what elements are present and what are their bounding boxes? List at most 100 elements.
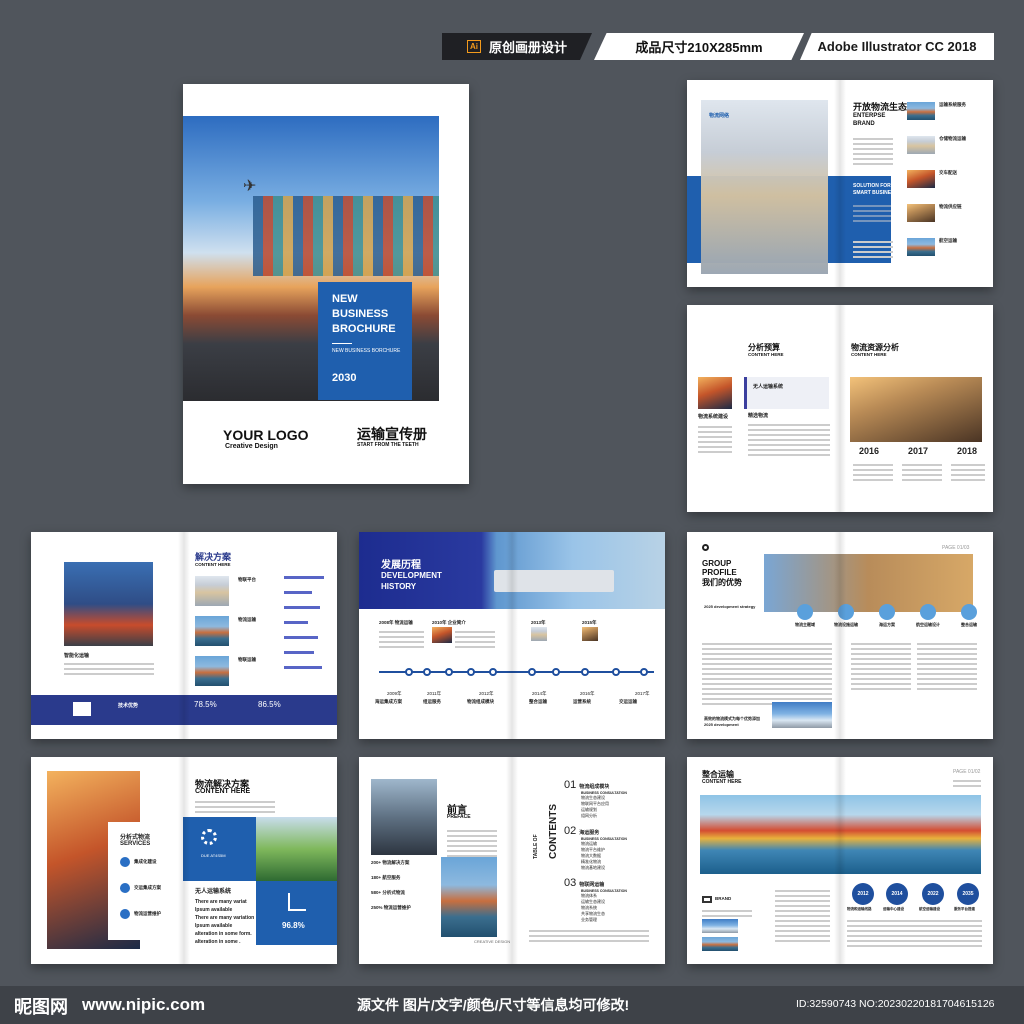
cover-cn-sub: START FROM THE TEETH <box>357 442 419 448</box>
profile-icon-row: 物流主题域 物流设施运输 海运方案 航空运输设计 整合运输 <box>787 604 987 628</box>
shipping-en: CONTENT HERE <box>702 779 742 785</box>
enterprise-en2: BRAND <box>853 121 875 127</box>
bullet-1: There are many variat <box>195 899 247 905</box>
enterprise-spread: 物流网络 开放物流生态 ENTERPSE BRAND SOLUTION FOR … <box>687 80 993 287</box>
profile-spread: GROUP PROFILE 我们的优势 2025 development str… <box>687 532 993 739</box>
timeline-dot <box>552 668 560 676</box>
shipping-year-dot-1: 2012 <box>852 883 874 905</box>
illustrator-icon: Ai <box>466 40 481 53</box>
solution-thumb-3 <box>195 656 229 686</box>
cover-title-1: NEW <box>332 293 358 305</box>
preface-footer: CREATIVE DESIGN <box>474 939 511 944</box>
analysis-spread: 分析预算 CONTENT HERE 物流资源分析 CONTENT HERE 无人… <box>687 305 993 512</box>
history-bottom-year-5: 2016年 <box>580 691 595 696</box>
section-3-num: 03 <box>564 877 577 889</box>
analysis-year-2: 2017 <box>908 446 929 456</box>
history-en-1: DEVELOPMENT <box>381 571 442 580</box>
software-tag: Adobe Illustrator CC 2018 <box>800 33 994 60</box>
size-tag: 成品尺寸210X285mm <box>594 33 804 60</box>
cover-title-3: BROCHURE <box>332 323 396 335</box>
section-2-title: 海运服务 <box>579 830 600 836</box>
solution-item-3: 物联运输 <box>238 657 256 662</box>
timeline-dot <box>467 668 475 676</box>
shipping-year-label-1: 物流和运输线路 <box>847 907 872 911</box>
nipic-logo: 昵图网 <box>14 997 68 1017</box>
history-bottom-year-3: 2012年 <box>479 691 494 696</box>
solution-item-1: 物联平台 <box>238 577 256 582</box>
profile-icon-1: 物流主题域 <box>795 622 815 627</box>
cover-title-2: BUSINESS <box>332 308 389 320</box>
chart-icon <box>288 893 306 911</box>
timeline-dot <box>405 668 413 676</box>
profile-page: PAGE 01/03 <box>942 545 970 551</box>
shipping-small-photo-1 <box>702 919 738 933</box>
solution-spread: 智能化运输 解决方案 CONTENT HERE 物联平台 物流运输 物联运输 技… <box>31 532 337 739</box>
shipping-brand: BRAND <box>715 896 732 901</box>
analysis-text-label-1: 精选物流 <box>748 413 769 419</box>
service-3: 物流运营维护 <box>134 911 161 916</box>
history-top-2: 2010年 企业简介 <box>432 620 466 625</box>
enterprise-item-4: 物流供应链 <box>939 204 962 209</box>
timeline-dot <box>528 668 536 676</box>
solution-thumb-1 <box>195 576 229 606</box>
cover-cn-title: 运输宣传册 <box>357 426 427 442</box>
analysis-text-label-2: 物流系统建设 <box>698 414 729 420</box>
airplane-icon: ✈ <box>243 178 257 195</box>
analysis-photo <box>698 377 732 409</box>
analysis-year-1: 2016 <box>859 446 880 456</box>
profile-icon-3: 海运方案 <box>879 622 895 627</box>
history-bottom-label-4: 整合运输 <box>529 699 547 704</box>
enterprise-item-1: 运输系统服务 <box>939 102 966 107</box>
progress-bars <box>284 576 324 669</box>
logistics-sub: DUE AT4S5M <box>201 853 226 858</box>
enterprise-en1: ENTERPSE <box>853 113 886 119</box>
brand-logo-icon <box>702 896 712 903</box>
file-id: ID:32590743 NO:20230220181704615126 <box>796 998 995 1010</box>
enterprise-item-2: 仓储物流运输 <box>939 136 966 141</box>
history-top-3: 2013年 <box>531 620 546 625</box>
section-3-item-5: 业务管理 <box>581 917 597 922</box>
cover-logo: YOUR LOGO <box>223 427 309 443</box>
section-1-title: 物流组成模块 <box>579 784 610 790</box>
cover-year: 2030 <box>332 372 357 384</box>
cover-logo-sub: Creative Design <box>225 443 278 450</box>
history-bottom-year-6: 2017年 <box>635 691 650 696</box>
logistics-pct: 96.8% <box>282 921 305 930</box>
history-bottom-label-1: 海运集成方案 <box>375 699 402 704</box>
shipping-year-label-3: 航空运输建设 <box>919 907 940 911</box>
design-tag: Ai 原创画册设计 <box>442 33 592 60</box>
solution-item-2: 物流运输 <box>238 617 256 622</box>
service-3-icon <box>120 909 130 919</box>
solution-label-1: SOLUTION FOR <box>853 183 891 189</box>
analysis-left-en: CONTENT HERE <box>748 352 784 357</box>
history-bottom-label-5: 运营系统 <box>573 699 591 704</box>
bullet-5: alteration in some form. <box>195 931 252 937</box>
profile-en-2: PROFILE <box>702 568 737 577</box>
preface-stat-1: 200+ 物流解决方案 <box>371 860 410 865</box>
analysis-box: 无人运输系统 <box>744 377 829 409</box>
preface-stat-4: 250% 物流运营维护 <box>371 905 411 910</box>
enterprise-item-5: 航空运输 <box>939 238 957 243</box>
shipping-year-label-4: 服务平台搭建 <box>954 907 975 911</box>
solution-en: CONTENT HERE <box>195 562 231 567</box>
section-2-item-5: 物流基地建设 <box>581 865 605 870</box>
enterprise-item-3: 交车配送 <box>939 170 957 175</box>
software-label: Adobe Illustrator CC 2018 <box>817 39 977 54</box>
bullet-3: There are many variation <box>195 915 255 921</box>
contents-en-1: TABLE OF <box>533 834 539 859</box>
cover-page: ✈ NEW BUSINESS BROCHURE NEW BUSINESS BOR… <box>183 84 469 484</box>
section-3-title: 物联网运输 <box>579 882 605 888</box>
preface-en: PREFACE <box>447 814 471 820</box>
profile-cn: 我们的优势 <box>702 578 742 587</box>
timeline-dot <box>640 668 648 676</box>
nipic-url: www.nipic.com <box>82 995 206 1014</box>
profile-icon-5-icon <box>961 604 977 620</box>
logistics-spread: 分析式物流 SERVICES 集成化建设 交运集成方案 物流运营维护 物流解决方… <box>31 757 337 964</box>
profile-bottom-sub: 2025 development <box>704 722 739 727</box>
profile-icon-4: 航空运输设计 <box>916 622 940 627</box>
services-card: 分析式物流 SERVICES 集成化建设 交运集成方案 物流运营维护 <box>108 822 181 940</box>
airport-photo <box>772 702 832 728</box>
profile-icon-5: 整合运输 <box>961 622 977 627</box>
profile-icon-1-icon <box>797 604 813 620</box>
shipping-page: PAGE 01/02 <box>953 769 981 775</box>
